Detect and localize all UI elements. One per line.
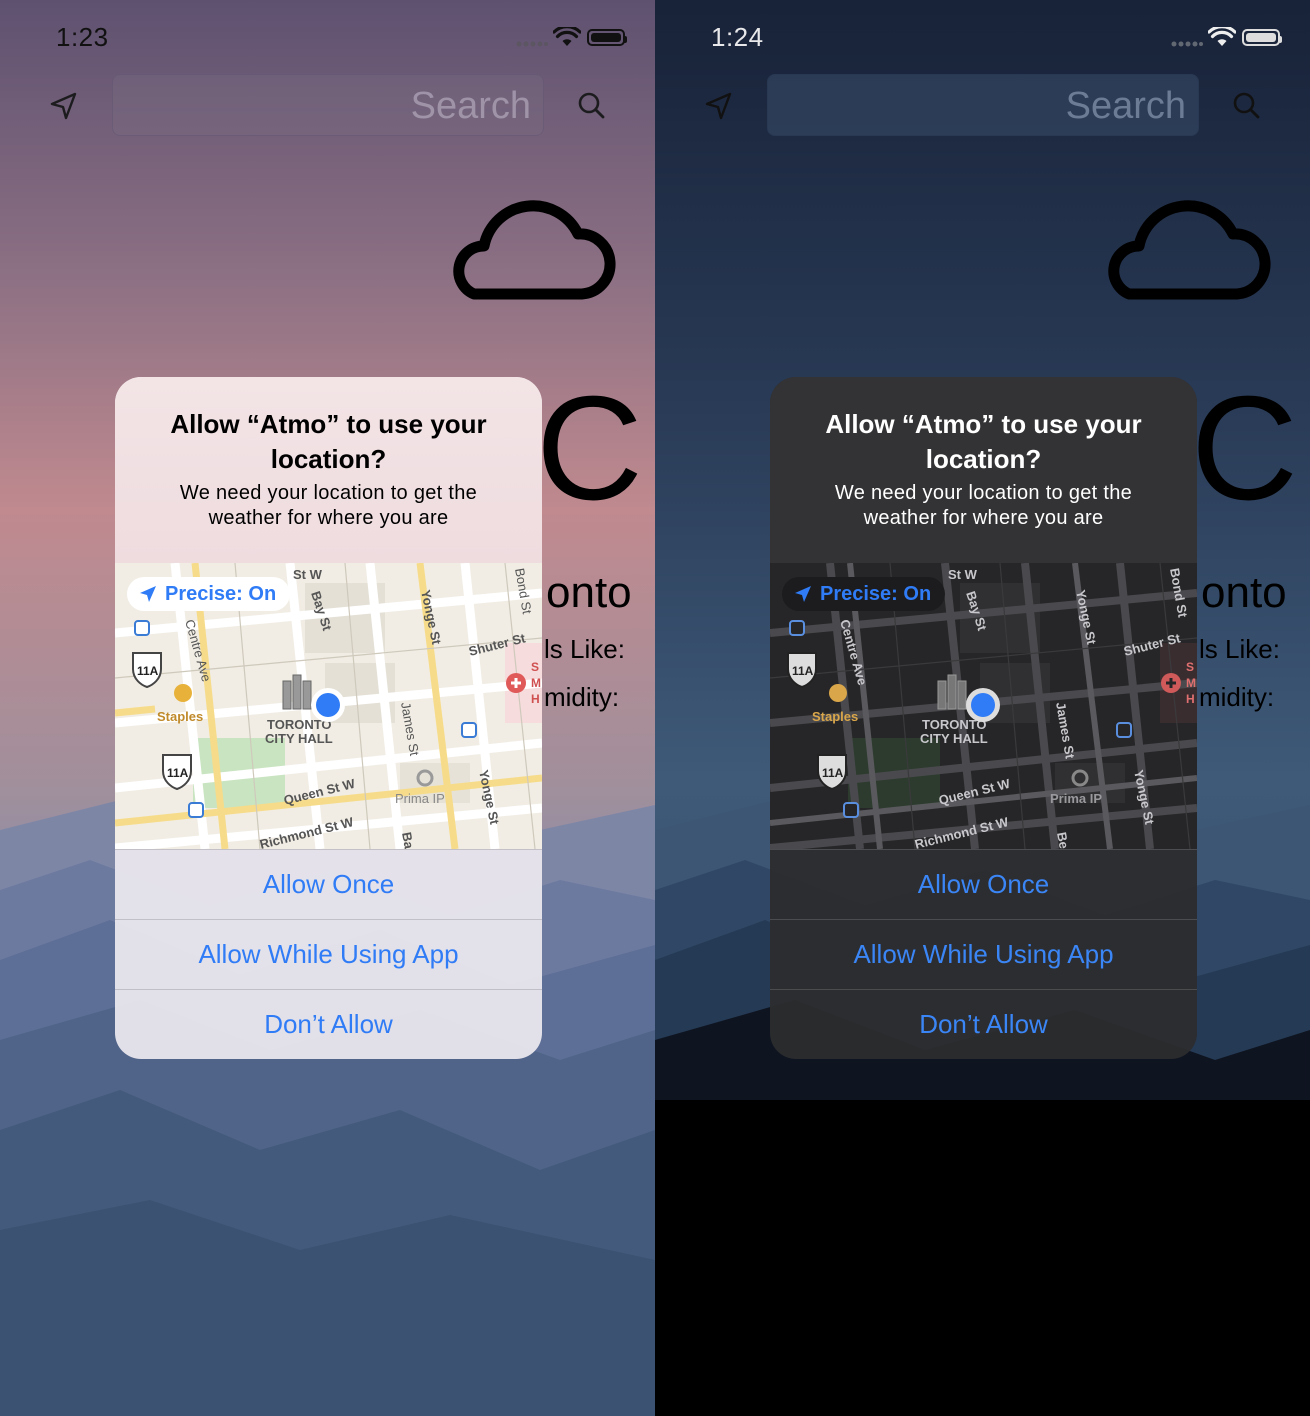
humidity-label: midity: <box>1199 682 1275 712</box>
allow-once-button[interactable]: Allow Once <box>770 849 1197 919</box>
cloud-icon <box>1108 200 1271 300</box>
map-label-be: Be <box>1054 831 1072 849</box>
wifi-icon <box>553 27 581 46</box>
svg-text:11A: 11A <box>137 664 159 678</box>
search-placeholder: Search <box>410 85 531 127</box>
map-label-m: M <box>1186 676 1196 690</box>
temperature-value: C <box>536 366 643 531</box>
svg-text:11A: 11A <box>822 766 844 780</box>
transit-icon <box>789 620 805 636</box>
cellular-signal-icon <box>1171 41 1203 47</box>
dont-allow-button[interactable]: Don’t Allow <box>115 989 542 1059</box>
location-arrow-icon <box>140 586 156 602</box>
temperature-value: C <box>1191 366 1298 531</box>
search-icon[interactable] <box>576 90 606 120</box>
map-label-staples: Staples <box>157 709 203 724</box>
map-label-st-w: St W <box>948 567 978 582</box>
phone-screen-light: 1:23 Search C onto ls Like: midity: Allo… <box>0 0 655 1416</box>
city-name: onto <box>546 568 632 617</box>
dialog-message: We need your location to get the weather… <box>834 482 1133 529</box>
map-label-st-w: St W <box>293 567 323 582</box>
map-label-staples: Staples <box>812 709 858 724</box>
allow-once-button[interactable]: Allow Once <box>115 849 542 919</box>
status-bar: 1:23 <box>0 0 655 75</box>
search-placeholder: Search <box>1065 85 1186 127</box>
city-name: onto <box>1201 568 1287 617</box>
transit-icon <box>1116 722 1132 738</box>
map-label-ba: Ba <box>399 831 417 849</box>
svg-text:11A: 11A <box>167 766 189 780</box>
shop-icon <box>174 684 192 702</box>
map-label-h: H <box>1186 692 1195 706</box>
search-icon[interactable] <box>1231 90 1261 120</box>
battery-icon <box>1242 29 1282 46</box>
feels-like-label: ls Like: <box>1199 634 1280 664</box>
map-label-city-hall: CITY HALL <box>265 731 333 746</box>
map-label-h: H <box>531 692 540 706</box>
allow-while-using-app-button[interactable]: Allow While Using App <box>115 919 542 989</box>
precise-label: Precise: On <box>820 582 932 605</box>
location-map: St W Bay St Yonge St Bond St Shuter St C… <box>770 563 1197 849</box>
search-input[interactable]: Search <box>112 74 544 136</box>
map-label-s: S <box>531 660 539 674</box>
cloud-icon <box>453 200 616 300</box>
transit-icon <box>843 802 859 818</box>
status-time: 1:24 <box>711 22 764 52</box>
location-arrow-icon[interactable] <box>703 90 735 122</box>
cellular-signal-icon <box>516 41 548 47</box>
shop-icon <box>829 684 847 702</box>
transit-icon <box>461 722 477 738</box>
map-label-prima-ip: Prima IP <box>1050 791 1102 806</box>
location-map: St W Bay St Yonge St Bond St Shuter St C… <box>115 563 542 849</box>
search-input[interactable]: Search <box>767 74 1199 136</box>
status-time: 1:23 <box>56 22 109 52</box>
feels-like-label: ls Like: <box>544 634 625 664</box>
wifi-icon <box>1208 27 1236 46</box>
map-label-city-hall: CITY HALL <box>920 731 988 746</box>
precise-toggle[interactable]: Precise: On <box>127 577 291 611</box>
dont-allow-button[interactable]: Don’t Allow <box>770 989 1197 1059</box>
user-location-dot <box>971 693 995 717</box>
status-bar: 1:24 <box>655 0 1310 75</box>
dialog-title: Allow “Atmo” to use your location? <box>170 409 487 474</box>
user-location-dot <box>316 693 340 717</box>
svg-text:11A: 11A <box>792 664 814 678</box>
phone-screen-dark: 1:24 Search C onto ls Like: midity: Allo… <box>655 0 1310 1416</box>
precise-label: Precise: On <box>165 582 277 605</box>
allow-while-using-app-button[interactable]: Allow While Using App <box>770 919 1197 989</box>
location-permission-dialog: Allow “Atmo” to use your location? We ne… <box>770 377 1197 1059</box>
dialog-title: Allow “Atmo” to use your location? <box>825 409 1142 474</box>
map-label-prima-ip: Prima IP <box>395 791 445 806</box>
battery-icon <box>587 29 627 46</box>
map-label-m: M <box>531 676 541 690</box>
humidity-label: midity: <box>544 682 620 712</box>
location-arrow-icon[interactable] <box>48 90 80 122</box>
transit-icon <box>134 620 150 636</box>
location-arrow-icon <box>795 586 811 602</box>
dialog-header: Allow “Atmo” to use your location? We ne… <box>115 377 542 563</box>
transit-icon <box>188 802 204 818</box>
precise-toggle[interactable]: Precise: On <box>782 577 946 611</box>
dialog-message: We need your location to get the weather… <box>179 482 478 529</box>
location-permission-dialog: Allow “Atmo” to use your location? We ne… <box>115 377 542 1059</box>
map-label-s: S <box>1186 660 1194 674</box>
dialog-header: Allow “Atmo” to use your location? We ne… <box>770 377 1197 563</box>
